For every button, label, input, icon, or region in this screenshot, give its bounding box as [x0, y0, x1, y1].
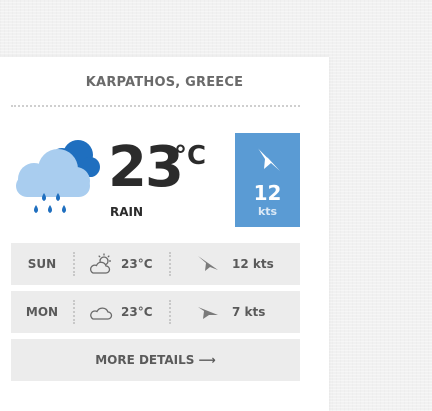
wind-direction-icon [198, 307, 218, 319]
separator [73, 300, 75, 324]
separator [169, 252, 171, 276]
wind-direction-arrow-icon [255, 144, 280, 171]
divider [11, 105, 300, 107]
partly-cloudy-icon [89, 253, 111, 274]
forecast-temperature: 23°C [121, 305, 153, 319]
current-temperature: 23 [108, 135, 184, 200]
current-wind-panel: 12 kts [235, 133, 300, 227]
cloud-icon [90, 307, 113, 320]
forecast-day: MON [25, 305, 59, 319]
forecast-row-sun: SUN 23°C 12 kts [11, 243, 300, 285]
current-wind-unit: kts [257, 205, 278, 218]
temperature-unit: °C [174, 141, 207, 171]
current-condition: RAIN [110, 205, 144, 219]
wind-direction-icon [198, 256, 218, 271]
current-wind-speed: 12 [253, 181, 282, 205]
forecast-wind: 12 kts [232, 257, 274, 271]
forecast-temperature: 23°C [121, 257, 153, 271]
rain-cloud-icon [16, 140, 100, 213]
separator [73, 252, 75, 276]
location-title: KARPATHOS, GREECE [85, 75, 244, 90]
forecast-row-mon: MON 23°C 7 kts [11, 291, 300, 333]
forecast-day: SUN [27, 257, 57, 271]
weather-widget: KARPATHOS, GREECE 23 °C RAIN 12 kts SUN [0, 57, 329, 411]
forecast-wind: 7 kts [232, 305, 266, 319]
more-details-button[interactable]: MORE DETAILS ⟶ [11, 339, 300, 381]
separator [169, 300, 171, 324]
